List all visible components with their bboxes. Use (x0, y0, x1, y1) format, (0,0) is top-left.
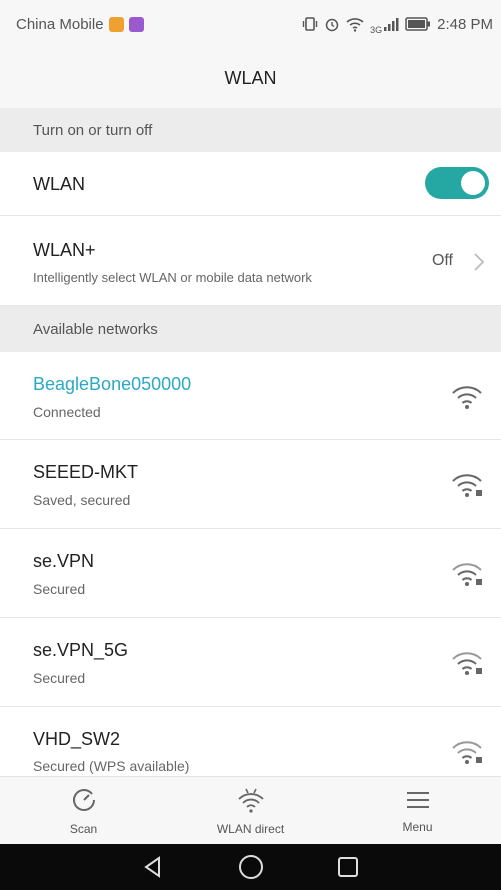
status-bar: China Mobile 3G 2:48 PM (0, 0, 501, 48)
section-label: Available networks (33, 320, 158, 338)
menu-icon (406, 791, 429, 808)
scan-label: Scan (69, 821, 98, 836)
app-badge-orange-icon (108, 16, 124, 32)
scan-button[interactable]: Scan (0, 777, 167, 844)
wlan-direct-button[interactable]: WLAN direct (167, 777, 334, 844)
network-item[interactable]: SEEED-MKT Saved, secured (0, 440, 501, 529)
back-icon[interactable] (141, 855, 165, 879)
wifi-signal-icon (452, 386, 482, 409)
wifi-icon (346, 18, 364, 32)
page-title: WLAN (224, 67, 277, 88)
app-badge-purple-icon (128, 16, 144, 32)
wlan-plus-row[interactable]: WLAN+ Intelligently select WLAN or mobil… (0, 216, 501, 306)
page-title-bar: WLAN (0, 48, 501, 108)
network-name: se.VPN_5G (33, 640, 129, 660)
status-icons: 3G 2:48 PM (302, 13, 493, 35)
network-name: VHD_SW2 (33, 729, 121, 749)
wifi-signal-secured-icon (452, 741, 482, 764)
wlan-direct-label: WLAN direct (216, 821, 285, 836)
section-label: Turn on or turn off (33, 121, 153, 139)
network-status: Saved, secured (33, 492, 131, 508)
system-navigation-bar (0, 844, 501, 890)
network-status: Secured (33, 581, 86, 597)
battery-icon (405, 17, 431, 31)
wifi-signal-secured-icon (452, 563, 482, 586)
menu-label: Menu (402, 819, 433, 834)
network-item[interactable]: se.VPN Secured (0, 529, 501, 618)
scan-icon (72, 788, 95, 811)
toggle-knob (461, 171, 485, 195)
wifi-signal-secured-icon (452, 474, 482, 497)
section-header-toggle: Turn on or turn off (0, 108, 501, 152)
wlan-toggle-row[interactable]: WLAN (0, 152, 501, 216)
chevron-right-icon (474, 253, 485, 271)
carrier-info: China Mobile (16, 16, 144, 33)
recents-icon[interactable] (336, 855, 360, 879)
network-name: SEEED-MKT (33, 462, 139, 482)
vibrate-icon (302, 17, 318, 31)
signal-icon (384, 18, 399, 31)
alarm-icon (325, 18, 339, 32)
network-name: se.VPN (33, 551, 95, 571)
wlan-toggle-switch[interactable] (425, 167, 489, 199)
wlan-toggle-label: WLAN (33, 174, 86, 194)
bottom-action-bar: Scan WLAN direct Menu (0, 776, 501, 844)
wlan-plus-description: Intelligently select WLAN or mobile data… (33, 270, 312, 285)
network-item[interactable]: BeagleBone050000 Connected (0, 352, 501, 440)
wlan-plus-label: WLAN+ (33, 240, 96, 260)
wifi-signal-secured-icon (452, 652, 482, 675)
network-type-label: 3G (370, 25, 383, 35)
network-status: Secured (33, 670, 86, 686)
status-time: 2:48 PM (437, 15, 493, 33)
wlan-plus-value: Off (431, 252, 453, 269)
carrier-name: China Mobile (16, 15, 104, 33)
network-item[interactable]: se.VPN_5G Secured (0, 618, 501, 707)
network-status: Secured (WPS available) (33, 758, 190, 774)
network-status: Connected (33, 404, 101, 420)
wlan-direct-icon (237, 788, 264, 813)
network-name: BeagleBone050000 (33, 374, 192, 394)
home-icon[interactable] (237, 853, 265, 881)
menu-button[interactable]: Menu (334, 777, 501, 844)
section-header-available: Available networks (0, 306, 501, 352)
network-item[interactable]: VHD_SW2 Secured (WPS available) (0, 707, 501, 776)
